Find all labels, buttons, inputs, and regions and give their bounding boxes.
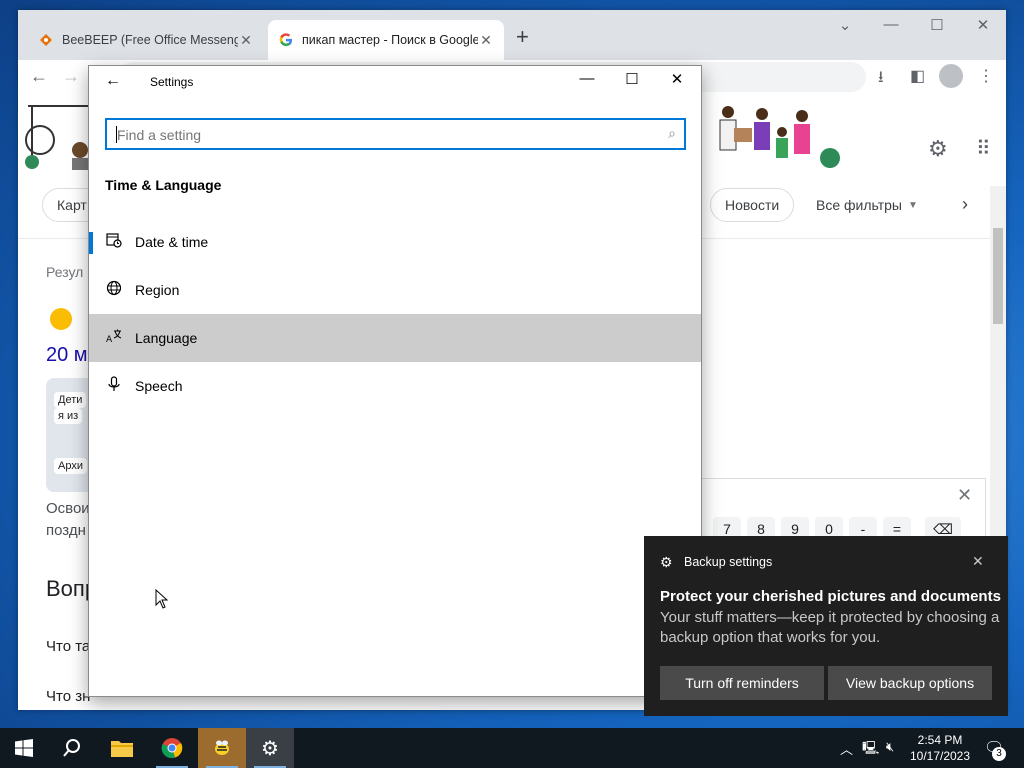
clock-time: 2:54 PM [917, 733, 963, 747]
card-text: я из [54, 408, 83, 424]
results-count: Резул [46, 264, 84, 280]
file-explorer-taskbar-button[interactable] [98, 728, 146, 768]
chevron-right-icon[interactable]: › [962, 194, 968, 215]
globe-icon [105, 280, 123, 298]
view-backup-options-button[interactable]: View backup options [828, 666, 992, 700]
beebeep-favicon-icon [38, 32, 54, 48]
maximize-button[interactable]: ☐ [610, 70, 654, 88]
calendar-clock-icon [105, 232, 123, 250]
settings-taskbar-button[interactable]: ⚙ [246, 728, 294, 768]
find-setting-input[interactable]: Find a setting ⌕ [105, 118, 686, 150]
back-arrow-icon[interactable]: ← [30, 66, 48, 87]
tab-title: BeeBEEP (Free Office Messenger) [62, 33, 238, 47]
google-favicon-icon [278, 32, 294, 48]
tab-title: пикап мастер - Поиск в Google [302, 33, 478, 47]
side-panel-icon[interactable]: ◧ [910, 66, 925, 86]
volume-muted-icon[interactable]: 🔇︎ [886, 739, 894, 755]
chip-label: Все фильтры [816, 197, 902, 213]
nav-item-region[interactable]: Region [89, 266, 701, 314]
search-icon [63, 739, 80, 757]
settings-titlebar: ← Settings — ☐ ✕ [89, 66, 701, 98]
section-title: Time & Language [105, 177, 222, 193]
result-snippet: Освои [46, 500, 90, 517]
beebeep-icon [215, 740, 229, 755]
network-icon[interactable]: 🖳 [862, 739, 879, 761]
tab-search-chevron-icon[interactable]: ⌄ [830, 16, 860, 34]
card-text: Дети [54, 392, 87, 408]
svg-text:A: A [106, 335, 113, 344]
mouse-cursor-icon [155, 589, 169, 609]
windows-logo-icon [15, 739, 33, 757]
chip-label: Новости [725, 197, 780, 213]
calculator-widget: ✕ 7 8 9 0 - = ⌫ [698, 478, 986, 541]
maximize-button[interactable]: ☐ [922, 16, 952, 34]
all-filters-dropdown[interactable]: Все фильтры ▼ [802, 188, 932, 222]
filter-chip-news[interactable]: Новости [710, 188, 795, 222]
profile-avatar[interactable] [939, 64, 963, 88]
minimize-button[interactable]: — [565, 70, 609, 87]
result-snippet: поздн [46, 522, 86, 539]
chip-label: Карт [57, 197, 87, 213]
tab-strip: BeeBEEP (Free Office Messenger) ✕ пикап … [18, 10, 1006, 60]
settings-window: ← Settings — ☐ ✕ Find a setting ⌕ Time &… [88, 65, 702, 697]
close-icon[interactable]: ✕ [957, 485, 972, 506]
microphone-icon [105, 376, 123, 394]
chrome-taskbar-button[interactable] [148, 728, 196, 768]
show-hidden-icons-chevron-icon[interactable]: ︿ [840, 739, 853, 758]
taskbar: ⚙ ︿ 🖳 🔇︎ 2:54 PM 10/17/2023 🗨︎ 3 [0, 728, 1024, 768]
question-item[interactable]: Что та [46, 638, 90, 655]
tab-close-icon[interactable]: ✕ [478, 32, 494, 49]
download-icon[interactable]: ⭳ [878, 66, 884, 93]
window-title: Settings [150, 75, 194, 89]
nav-item-label: Region [135, 282, 180, 298]
nav-item-language[interactable]: A Language [89, 314, 701, 609]
tab-close-icon[interactable]: ✕ [238, 32, 254, 49]
nav-item-speech[interactable]: Speech [89, 362, 701, 410]
chrome-icon [161, 738, 183, 759]
search-placeholder: Find a setting [117, 127, 202, 143]
caret-down-icon: ▼ [907, 199, 918, 211]
gear-icon: ⚙ [660, 554, 673, 570]
minimize-button[interactable]: — [876, 16, 906, 33]
scrollbar-thumb[interactable] [993, 228, 1003, 324]
clock-date: 10/17/2023 [909, 749, 971, 763]
nav-item-date-time[interactable]: Date & time [89, 218, 701, 266]
nav-item-label: Speech [135, 378, 183, 394]
system-clock[interactable]: 2:54 PM 10/17/2023 [906, 732, 974, 764]
doodle-right-illustration [719, 106, 840, 168]
settings-icon: ⚙ [261, 737, 279, 760]
card-text: Архи [54, 458, 87, 474]
tab-beebeep[interactable]: BeeBEEP (Free Office Messenger) ✕ [28, 20, 264, 60]
beebeep-taskbar-button[interactable] [198, 728, 246, 768]
menu-kebab-icon[interactable]: ⋮ [978, 66, 994, 86]
nav-item-label: Date & time [135, 234, 209, 250]
close-icon[interactable]: ✕ [972, 553, 984, 570]
back-arrow-icon[interactable]: ← [105, 72, 121, 90]
notification-count-badge: 3 [992, 747, 1006, 761]
backup-toast-notification[interactable]: ⚙ Backup settings ✕ Protect your cherish… [644, 536, 1008, 716]
language-icon: A [105, 328, 123, 346]
nav-item-label: Language [135, 330, 198, 346]
close-button[interactable]: ✕ [968, 16, 998, 34]
apps-grid-icon[interactable]: ⠿ [976, 136, 991, 161]
search-button[interactable] [48, 728, 96, 768]
file-explorer-icon [111, 741, 133, 757]
new-tab-button[interactable]: + [516, 24, 529, 50]
toast-app-name: Backup settings [684, 555, 773, 569]
turn-off-reminders-button[interactable]: Turn off reminders [660, 666, 824, 700]
result-title-link[interactable]: 20 м [46, 344, 88, 367]
search-icon[interactable]: ⌕ [668, 125, 676, 142]
close-button[interactable]: ✕ [655, 70, 699, 88]
tab-google-search[interactable]: пикап мастер - Поиск в Google ✕ [268, 20, 504, 60]
forward-arrow-icon[interactable]: → [62, 66, 80, 87]
question-item[interactable]: Что зн [46, 688, 90, 705]
toast-heading: Protect your cherished pictures and docu… [660, 588, 1001, 605]
site-favicon-icon [50, 308, 72, 330]
settings-gear-icon[interactable]: ⚙ [928, 136, 948, 162]
start-button[interactable] [0, 728, 48, 768]
toast-body: Your stuff matters—keep it protected by … [660, 609, 1000, 646]
